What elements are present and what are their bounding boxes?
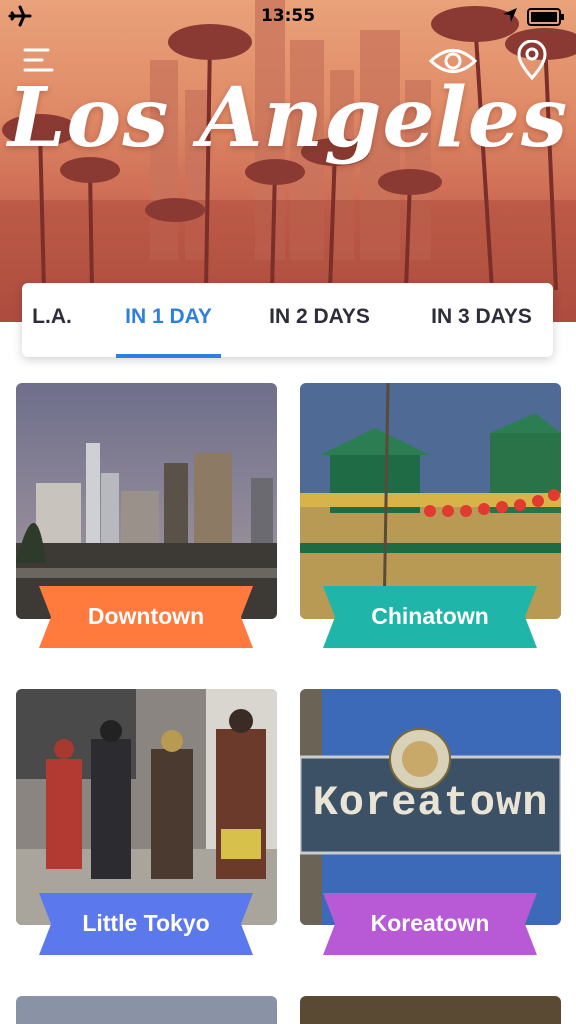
location-arrow-icon — [503, 8, 517, 22]
next-card-peek-left[interactable] — [16, 996, 277, 1024]
chinatown-card[interactable] — [300, 383, 561, 619]
tab-in-3-days[interactable]: IN 3 DAYS — [414, 283, 549, 357]
little-tokyo-card[interactable] — [16, 689, 277, 925]
little-tokyo-ribbon[interactable]: Little Tokyo — [31, 893, 261, 955]
downtown-ribbon[interactable]: Downtown — [31, 586, 261, 648]
tab-bar: L.A. IN 1 DAY IN 2 DAYS IN 3 DAYS — [22, 283, 553, 357]
tab-in-2-days[interactable]: IN 2 DAYS — [252, 283, 387, 357]
hero-banner: 13:55 Los Angeles — [0, 0, 576, 322]
koreatown-card[interactable]: Koreatown — [300, 689, 561, 925]
next-card-peek-right[interactable] — [300, 996, 561, 1024]
status-time: 13:55 — [260, 6, 316, 26]
chinatown-label: Chinatown — [371, 603, 489, 629]
active-tab-indicator — [116, 354, 221, 358]
koreatown-sign-text: Koreatown — [312, 779, 549, 827]
downtown-card[interactable] — [16, 383, 277, 619]
little-tokyo-label: Little Tokyo — [82, 910, 210, 936]
tab-la[interactable]: L.A. — [22, 283, 82, 357]
tab-in-1-day[interactable]: IN 1 DAY — [116, 283, 221, 357]
koreatown-ribbon[interactable]: Koreatown — [315, 893, 545, 955]
little-tokyo-image — [16, 689, 277, 925]
battery-icon — [527, 8, 564, 26]
page-title: Los Angeles — [7, 70, 569, 166]
downtown-label: Downtown — [87, 603, 205, 629]
downtown-image — [16, 383, 277, 619]
chinatown-image — [300, 383, 561, 619]
status-bar: 13:55 — [0, 0, 576, 32]
koreatown-label: Koreatown — [370, 910, 490, 936]
chinatown-ribbon[interactable]: Chinatown — [315, 586, 545, 648]
